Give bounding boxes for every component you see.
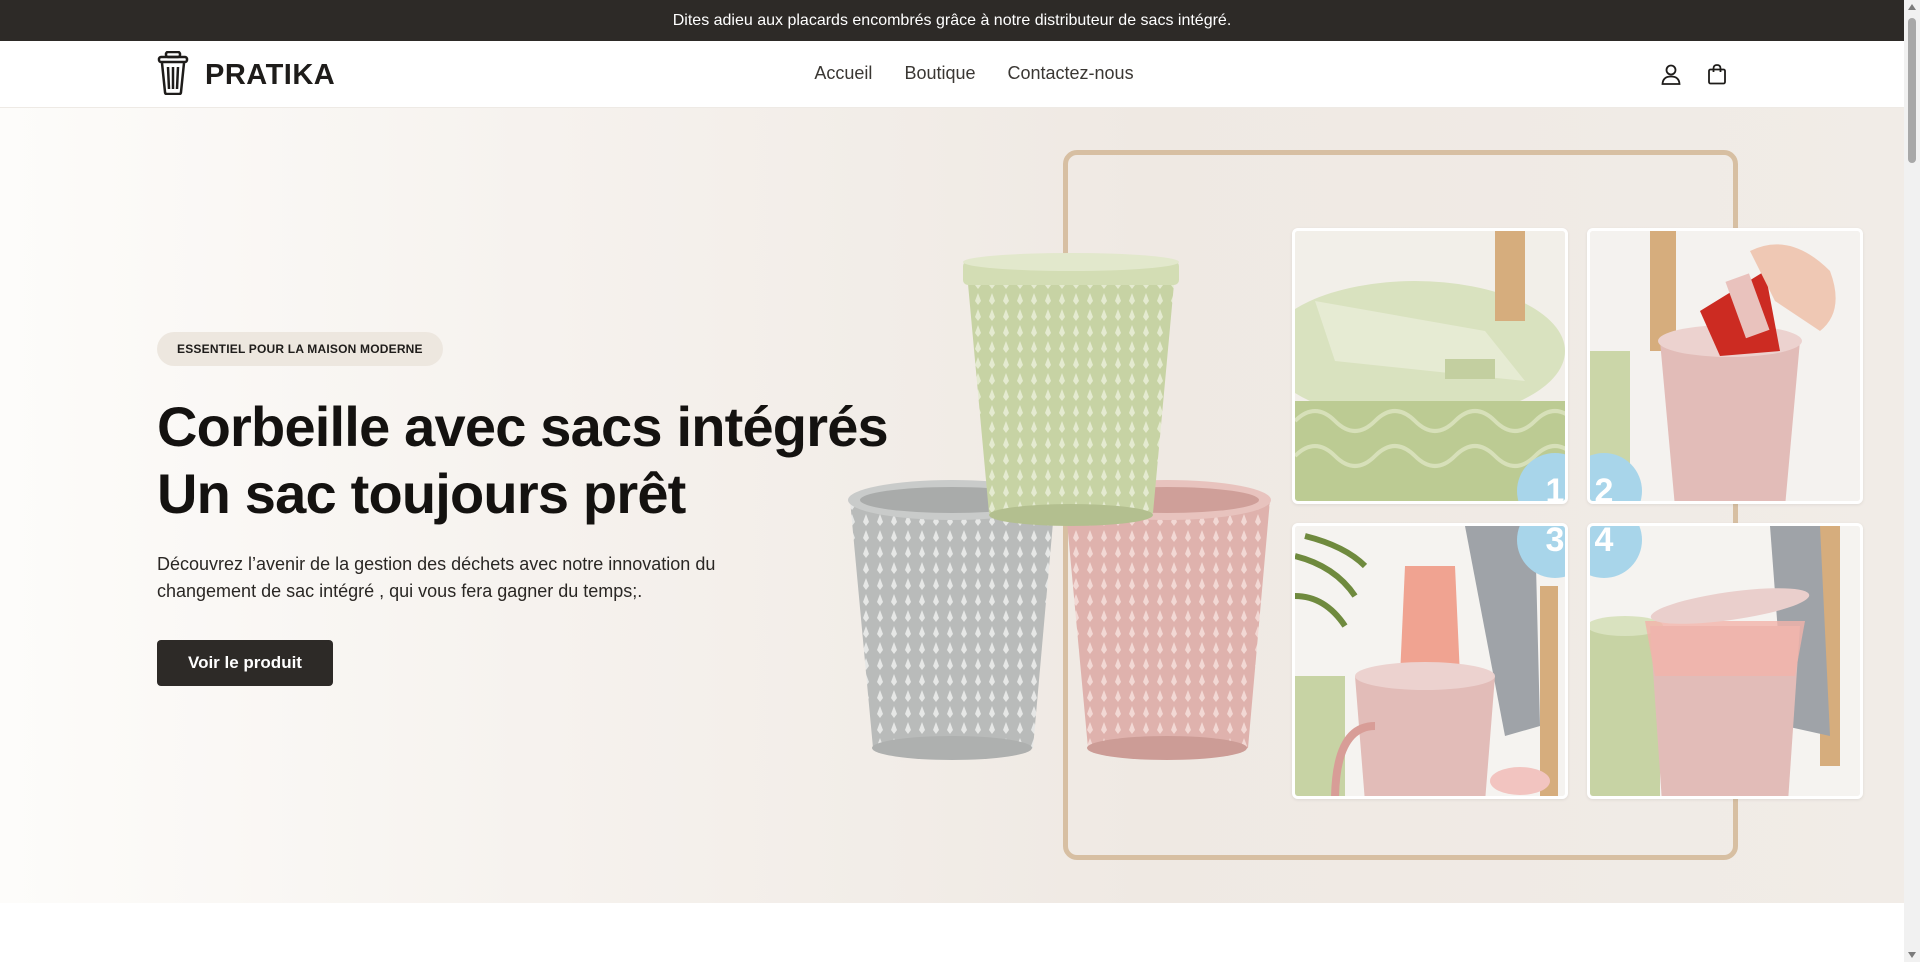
hero-badge: ESSENTIEL POUR LA MAISON MODERNE: [157, 332, 443, 366]
scroll-thumb[interactable]: [1908, 18, 1916, 163]
hero-title: Corbeille avec sacs intégrés Un sac touj…: [157, 393, 917, 527]
hero-title-line2: Un sac toujours prêt: [157, 462, 686, 525]
announcement-text: Dites adieu aux placards encombrés grâce…: [672, 11, 1232, 29]
hero-section: ESSENTIEL POUR LA MAISON MODERNE Corbeil…: [0, 108, 1904, 903]
scroll-down-arrow-icon[interactable]: [1908, 952, 1916, 958]
step-image-2: 2: [1587, 228, 1863, 504]
stacked-bins-image: [848, 253, 1271, 760]
main-nav: Accueil Boutique Contactez-nous: [0, 63, 1904, 84]
nav-boutique[interactable]: Boutique: [904, 63, 975, 84]
step-image-3: 3: [1292, 523, 1568, 799]
hero-title-line1: Corbeille avec sacs intégrés: [157, 395, 889, 458]
nav-accueil[interactable]: Accueil: [814, 63, 872, 84]
announcement-bar: Dites adieu aux placards encombrés grâce…: [0, 0, 1904, 41]
view-product-button[interactable]: Voir le produit: [157, 640, 333, 686]
nav-contactez-nous[interactable]: Contactez-nous: [1008, 63, 1134, 84]
user-icon[interactable]: [1660, 63, 1682, 90]
page-scrollbar[interactable]: [1904, 0, 1920, 962]
step-image-1: 1: [1292, 228, 1568, 504]
hero-description: Découvrez l’avenir de la gestion des déc…: [157, 554, 716, 601]
scroll-up-arrow-icon[interactable]: [1908, 4, 1916, 10]
site-header: PRATIKA Accueil Boutique Contactez-nous: [0, 41, 1904, 108]
shopping-bag-icon[interactable]: [1706, 63, 1728, 90]
step-image-4: 4: [1587, 523, 1863, 799]
hero-text: ESSENTIEL POUR LA MAISON MODERNE Corbeil…: [157, 332, 917, 686]
header-icons: [1660, 63, 1728, 90]
